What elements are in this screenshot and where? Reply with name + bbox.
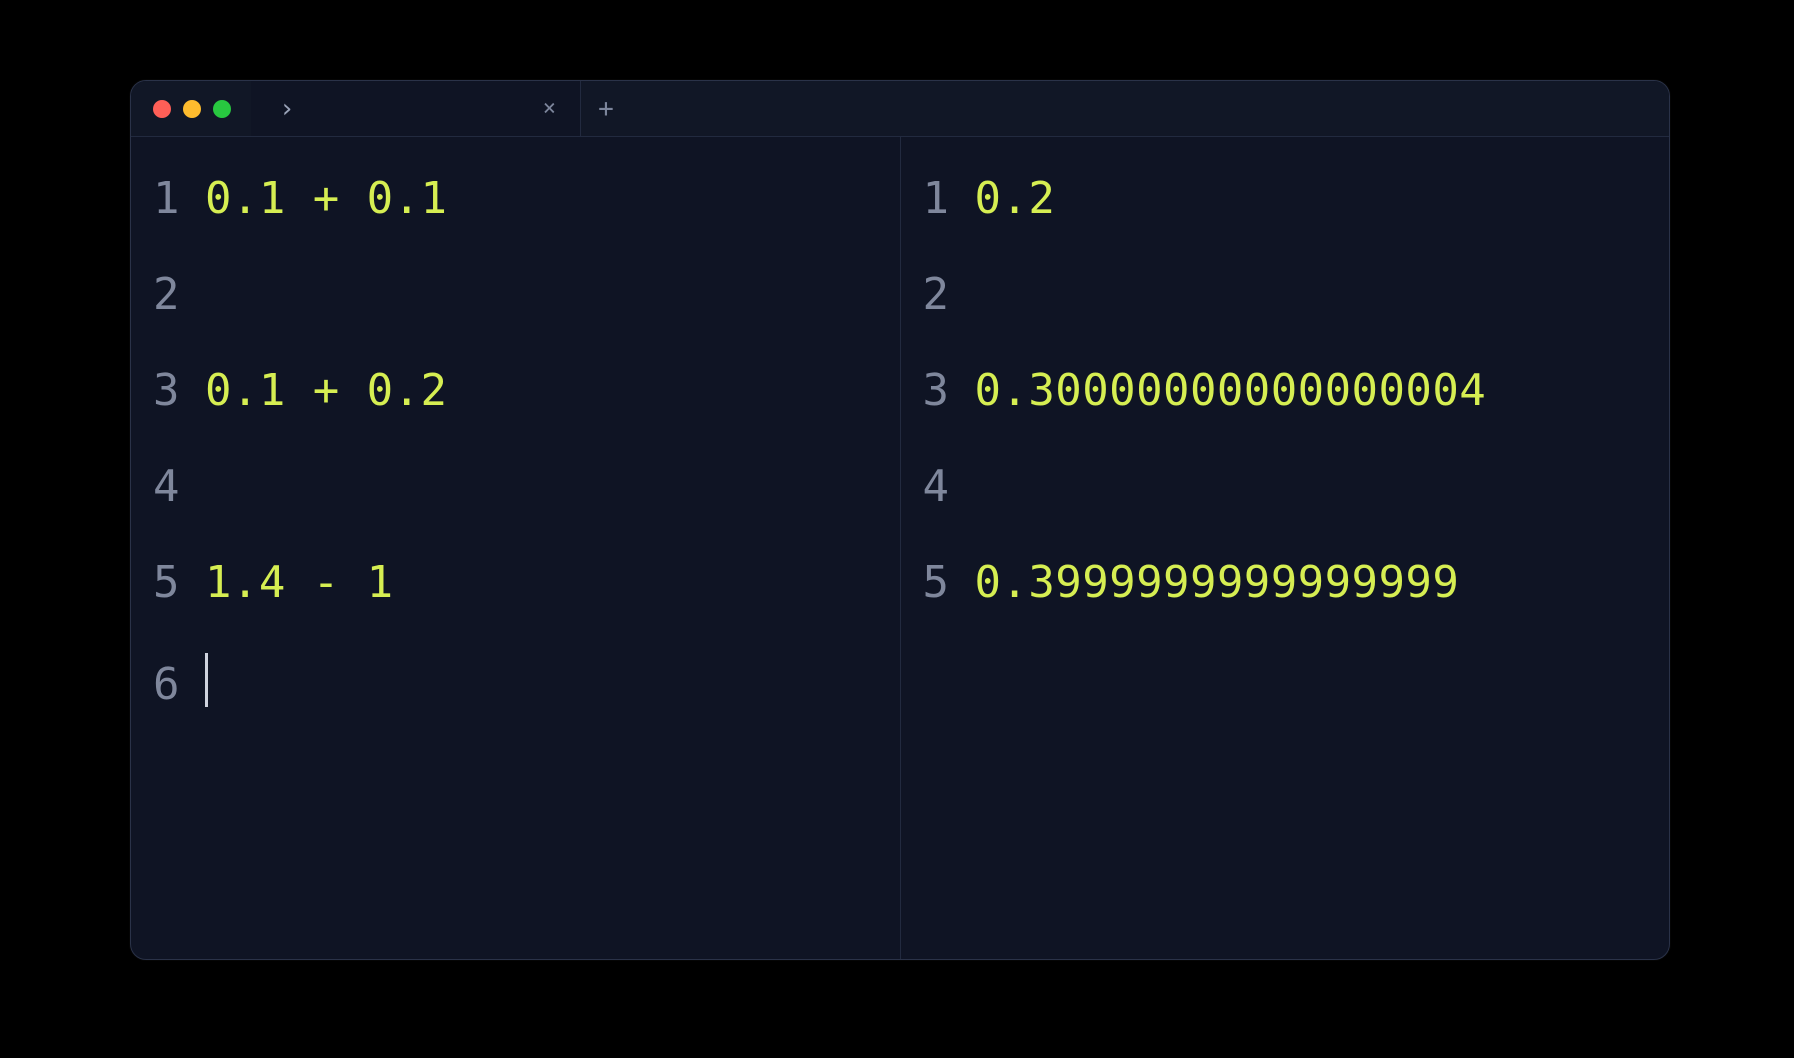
line-number: 6: [153, 659, 205, 710]
token-number: 0.1: [205, 173, 286, 224]
app-window: › × + 10.1 + 0.1230.1 + 0.2451.4 - 16 10…: [130, 80, 1670, 960]
line-number: 4: [153, 461, 205, 512]
editor-panes: 10.1 + 0.1230.1 + 0.2451.4 - 16 10.2230.…: [131, 137, 1669, 959]
minimize-window-button[interactable]: [183, 100, 201, 118]
titlebar: › × +: [131, 81, 1669, 137]
output-pane: 10.22 30.300000000000000044 50.39999999999…: [901, 137, 1670, 959]
line-number: 2: [923, 269, 975, 320]
token-operator: -: [286, 557, 367, 608]
result-line: 4: [923, 461, 1650, 557]
line-number: 1: [923, 173, 975, 224]
result-value: 0.30000000000000004: [975, 365, 1487, 416]
line-number: 3: [923, 365, 975, 416]
window-controls: [131, 100, 251, 118]
zoom-window-button[interactable]: [213, 100, 231, 118]
new-tab-button[interactable]: +: [581, 81, 631, 136]
token-operator: +: [286, 365, 367, 416]
tab-active[interactable]: › ×: [251, 81, 581, 136]
code-content[interactable]: 0.1 + 0.1: [205, 173, 447, 224]
result-line: 10.2: [923, 173, 1650, 269]
token-number: 1.4: [205, 557, 286, 608]
code-line[interactable]: 51.4 - 1: [153, 557, 880, 653]
result-value: 0.3999999999999999: [975, 557, 1460, 608]
token-number: 1: [367, 557, 394, 608]
code-content[interactable]: [205, 653, 208, 710]
code-line[interactable]: 10.1 + 0.1: [153, 173, 880, 269]
token-number: 0.2: [367, 365, 448, 416]
token-number: 0.1: [367, 173, 448, 224]
line-number: 2: [153, 269, 205, 320]
result-line: 50.3999999999999999: [923, 557, 1650, 653]
code-line[interactable]: 4: [153, 461, 880, 557]
code-content[interactable]: 1.4 - 1: [205, 557, 394, 608]
line-number: 5: [923, 557, 975, 608]
code-line[interactable]: 30.1 + 0.2: [153, 365, 880, 461]
tab-title: ›: [279, 94, 295, 124]
close-window-button[interactable]: [153, 100, 171, 118]
token-number: 0.1: [205, 365, 286, 416]
line-number: 5: [153, 557, 205, 608]
code-line[interactable]: 2: [153, 269, 880, 365]
line-number: 1: [153, 173, 205, 224]
token-operator: +: [286, 173, 367, 224]
code-content[interactable]: 0.1 + 0.2: [205, 365, 447, 416]
line-number: 4: [923, 461, 975, 512]
close-tab-icon[interactable]: ×: [543, 96, 556, 121]
tab-bar: › × +: [251, 81, 631, 136]
result-value: 0.2: [975, 173, 1056, 224]
code-line[interactable]: 6: [153, 653, 880, 749]
line-number: 3: [153, 365, 205, 416]
result-line: 2: [923, 269, 1650, 365]
plus-icon: +: [598, 94, 614, 124]
text-cursor: [205, 653, 208, 707]
result-line: 30.30000000000000004: [923, 365, 1650, 461]
input-pane[interactable]: 10.1 + 0.1230.1 + 0.2451.4 - 16: [131, 137, 901, 959]
